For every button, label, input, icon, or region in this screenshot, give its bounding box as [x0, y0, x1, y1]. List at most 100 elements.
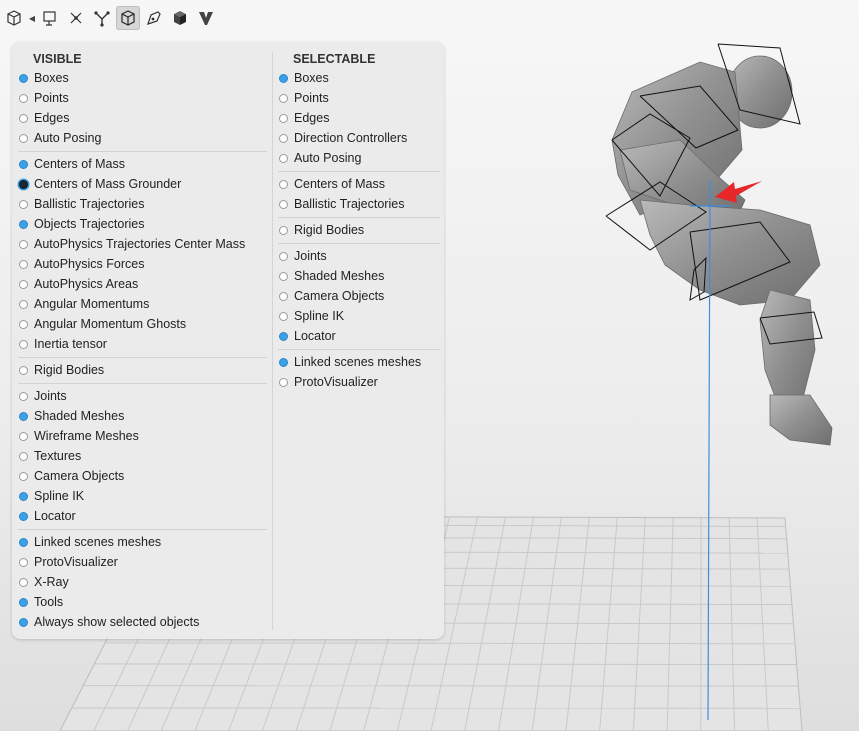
- frame-button[interactable]: [38, 6, 62, 30]
- radio-indicator[interactable]: [279, 133, 288, 143]
- selectable-option-ballistic-trajectories[interactable]: Ballistic Trajectories: [278, 194, 440, 214]
- radio-indicator[interactable]: [19, 339, 28, 349]
- solid-cube-button[interactable]: [168, 6, 192, 30]
- selectable-option-points[interactable]: Points: [278, 88, 440, 108]
- radio-indicator[interactable]: [19, 577, 28, 587]
- radio-indicator[interactable]: [19, 299, 28, 309]
- v-shape-icon: [199, 12, 213, 25]
- option-label: ProtoVisualizer: [34, 555, 118, 569]
- visible-option-centers-of-mass-grounder[interactable]: Centers of Mass Grounder: [18, 174, 267, 194]
- radio-indicator[interactable]: [19, 451, 28, 461]
- visible-option-boxes[interactable]: Boxes: [18, 68, 267, 88]
- radio-indicator[interactable]: [279, 251, 288, 261]
- radio-indicator[interactable]: [279, 291, 288, 301]
- radio-indicator[interactable]: [19, 73, 28, 83]
- radio-indicator[interactable]: [279, 311, 288, 321]
- radio-indicator[interactable]: [279, 93, 288, 103]
- visible-option-autophysics-forces[interactable]: AutoPhysics Forces: [18, 254, 267, 274]
- box-wireframe-button[interactable]: [116, 6, 140, 30]
- radio-indicator[interactable]: [19, 537, 28, 547]
- visible-option-linked-scenes-meshes[interactable]: Linked scenes meshes: [18, 532, 267, 552]
- radio-indicator[interactable]: [19, 179, 28, 189]
- selectable-option-spline-ik[interactable]: Spline IK: [278, 306, 440, 326]
- radio-indicator[interactable]: [19, 491, 28, 501]
- visible-option-edges[interactable]: Edges: [18, 108, 267, 128]
- radio-indicator[interactable]: [19, 597, 28, 607]
- frame-icon: [43, 11, 56, 26]
- radio-indicator[interactable]: [279, 225, 288, 235]
- visible-option-textures[interactable]: Textures: [18, 446, 267, 466]
- radio-indicator[interactable]: [279, 113, 288, 123]
- selectable-option-centers-of-mass[interactable]: Centers of Mass: [278, 174, 440, 194]
- selectable-option-edges[interactable]: Edges: [278, 108, 440, 128]
- v-shape-button[interactable]: [194, 6, 218, 30]
- visible-option-points[interactable]: Points: [18, 88, 267, 108]
- radio-indicator[interactable]: [19, 199, 28, 209]
- triangle-left-icon[interactable]: ◀: [28, 6, 36, 30]
- visible-option-rigid-bodies[interactable]: Rigid Bodies: [18, 360, 267, 380]
- option-label: Linked scenes meshes: [294, 355, 422, 369]
- radio-indicator[interactable]: [279, 179, 288, 189]
- selectable-option-shaded-meshes[interactable]: Shaded Meshes: [278, 266, 440, 286]
- visible-option-protovisualizer[interactable]: ProtoVisualizer: [18, 552, 267, 572]
- visible-option-angular-momentum-ghosts[interactable]: Angular Momentum Ghosts: [18, 314, 267, 334]
- visible-option-ballistic-trajectories[interactable]: Ballistic Trajectories: [18, 194, 267, 214]
- visible-option-shaded-meshes[interactable]: Shaded Meshes: [18, 406, 267, 426]
- bone-button[interactable]: [90, 6, 114, 30]
- selectable-option-protovisualizer[interactable]: ProtoVisualizer: [278, 372, 440, 392]
- visible-option-auto-posing[interactable]: Auto Posing: [18, 128, 267, 148]
- radio-indicator[interactable]: [19, 113, 28, 123]
- radio-indicator[interactable]: [19, 511, 28, 521]
- visible-option-x-ray[interactable]: X-Ray: [18, 572, 267, 592]
- visible-option-autophysics-trajectories-center-mass[interactable]: AutoPhysics Trajectories Center Mass: [18, 234, 267, 254]
- cube-outline-button[interactable]: [2, 6, 26, 30]
- radio-indicator[interactable]: [19, 617, 28, 627]
- visible-option-autophysics-areas[interactable]: AutoPhysics Areas: [18, 274, 267, 294]
- visible-option-wireframe-meshes[interactable]: Wireframe Meshes: [18, 426, 267, 446]
- radio-indicator[interactable]: [19, 365, 28, 375]
- radio-indicator[interactable]: [19, 219, 28, 229]
- visible-option-centers-of-mass[interactable]: Centers of Mass: [18, 154, 267, 174]
- radio-indicator[interactable]: [19, 557, 28, 567]
- radio-indicator[interactable]: [19, 431, 28, 441]
- selectable-options: Boxes Points Edges Direction Controllers Aut…: [278, 68, 440, 392]
- visibility-panel: VISIBLE Boxes Points Edges Auto Posing Cente…: [12, 42, 444, 639]
- radio-indicator[interactable]: [279, 357, 288, 367]
- selectable-option-direction-controllers[interactable]: Direction Controllers: [278, 128, 440, 148]
- pen-tool-button[interactable]: [142, 6, 166, 30]
- option-label: Locator: [34, 509, 76, 523]
- selectable-option-rigid-bodies[interactable]: Rigid Bodies: [278, 220, 440, 240]
- radio-indicator[interactable]: [19, 93, 28, 103]
- visible-option-camera-objects[interactable]: Camera Objects: [18, 466, 267, 486]
- radio-indicator[interactable]: [19, 411, 28, 421]
- visible-option-inertia-tensor[interactable]: Inertia tensor: [18, 334, 267, 354]
- radio-indicator[interactable]: [19, 279, 28, 289]
- radio-indicator[interactable]: [19, 391, 28, 401]
- visible-option-objects-trajectories[interactable]: Objects Trajectories: [18, 214, 267, 234]
- selectable-option-linked-scenes-meshes[interactable]: Linked scenes meshes: [278, 352, 440, 372]
- visible-option-angular-momentums[interactable]: Angular Momentums: [18, 294, 267, 314]
- selectable-option-camera-objects[interactable]: Camera Objects: [278, 286, 440, 306]
- selectable-option-auto-posing[interactable]: Auto Posing: [278, 148, 440, 168]
- radio-indicator[interactable]: [19, 319, 28, 329]
- selectable-option-joints[interactable]: Joints: [278, 246, 440, 266]
- radio-indicator[interactable]: [279, 199, 288, 209]
- radio-indicator[interactable]: [279, 73, 288, 83]
- radio-indicator[interactable]: [19, 133, 28, 143]
- radio-indicator[interactable]: [279, 153, 288, 163]
- visible-option-spline-ik[interactable]: Spline IK: [18, 486, 267, 506]
- visible-option-always-show-selected-objects[interactable]: Always show selected objects: [18, 612, 267, 632]
- radio-indicator[interactable]: [279, 271, 288, 281]
- selectable-option-locator[interactable]: Locator: [278, 326, 440, 346]
- radio-indicator[interactable]: [19, 159, 28, 169]
- visible-option-joints[interactable]: Joints: [18, 386, 267, 406]
- joints-graph-button[interactable]: [64, 6, 88, 30]
- radio-indicator[interactable]: [19, 471, 28, 481]
- radio-indicator[interactable]: [279, 331, 288, 341]
- visible-option-tools[interactable]: Tools: [18, 592, 267, 612]
- radio-indicator[interactable]: [19, 239, 28, 249]
- radio-indicator[interactable]: [279, 377, 288, 387]
- visible-option-locator[interactable]: Locator: [18, 506, 267, 526]
- selectable-option-boxes[interactable]: Boxes: [278, 68, 440, 88]
- radio-indicator[interactable]: [19, 259, 28, 269]
